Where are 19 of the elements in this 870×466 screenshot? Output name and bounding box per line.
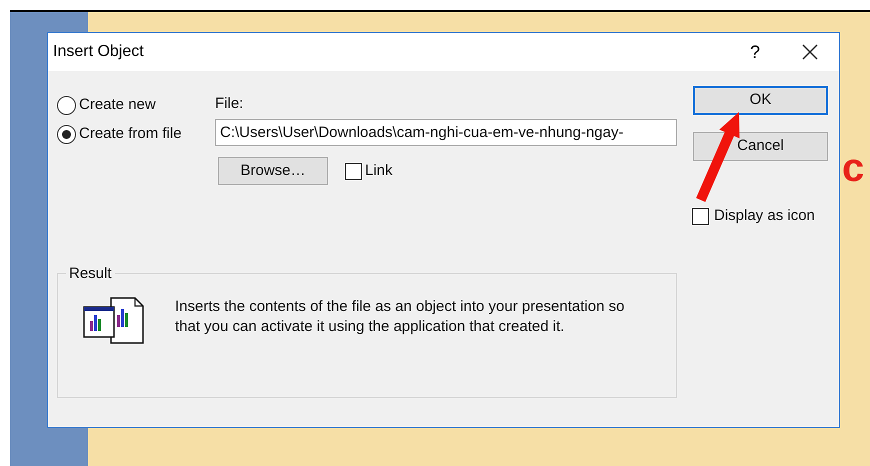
dialog-button[interactable]: Cancel	[693, 132, 828, 161]
radio-button[interactable]	[57, 124, 76, 144]
radio-label: Create new	[79, 94, 156, 115]
link-label: Link	[365, 160, 393, 181]
link-checkbox[interactable]	[345, 162, 362, 180]
radio-label: Create from file	[79, 124, 182, 144]
display-as-icon-checkbox[interactable]	[692, 208, 709, 225]
window-title: Insert Object	[53, 42, 144, 62]
help-button[interactable]: ?	[740, 37, 770, 67]
slide-text: c	[842, 148, 864, 188]
browse-button[interactable]: Browse…	[218, 157, 328, 185]
radio-button[interactable]	[57, 96, 76, 114]
display-as-icon-label: Display as icon	[714, 206, 815, 226]
embedded-chart-documents-icon	[83, 297, 147, 345]
dialog-button[interactable]: OK	[693, 86, 828, 115]
file-label: File:	[215, 94, 244, 114]
file-path-field[interactable]: C:\Users\User\Downloads\cam-nghi-cua-em-ve-nhung-ngay-	[215, 119, 677, 146]
close-icon	[802, 44, 818, 60]
result-description: Inserts the contents of the file as an object into your presentation so that you can activate it using the application that created it.	[175, 297, 626, 337]
